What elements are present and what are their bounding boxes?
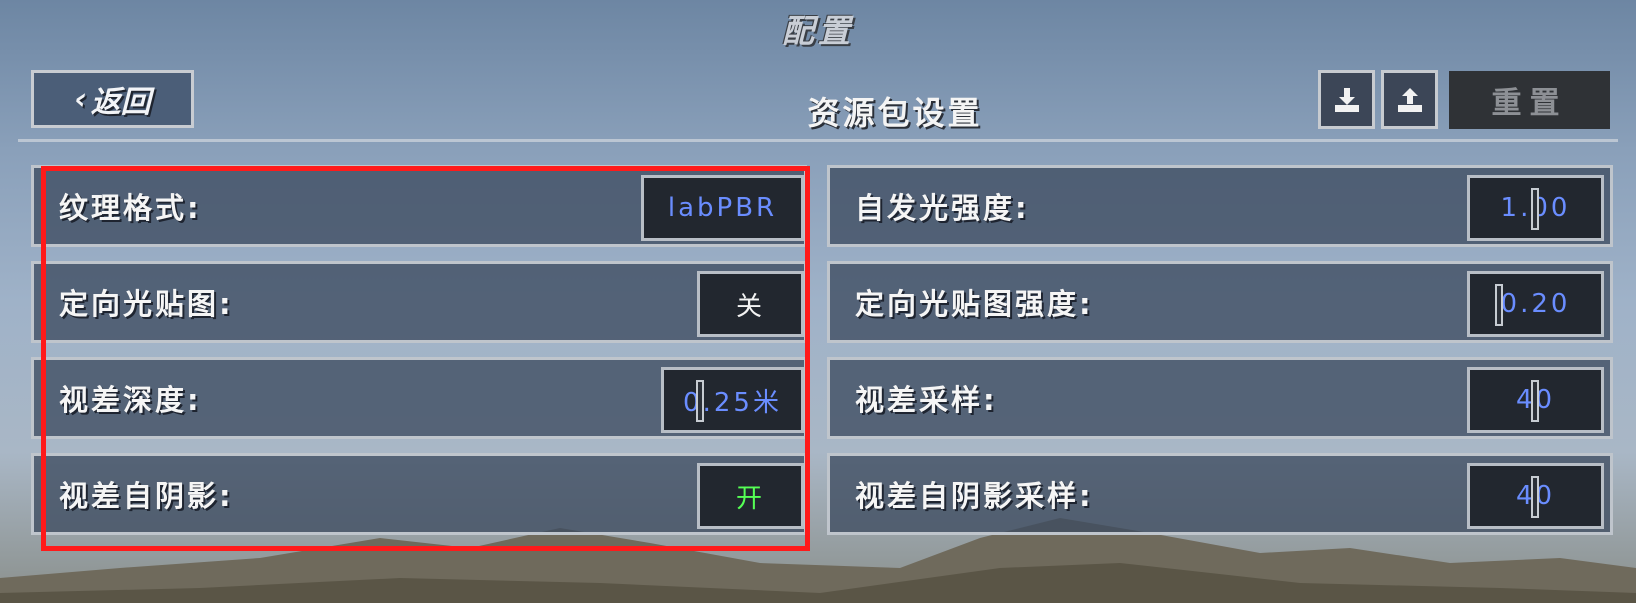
slider-handle[interactable] (1531, 188, 1539, 230)
download-icon (1334, 87, 1359, 112)
option-parallax-samples: 视差采样: 40 (827, 357, 1613, 439)
directional-lightmap-strength-slider[interactable]: 0.20 (1467, 271, 1604, 337)
option-label: 视差采样: (855, 383, 998, 417)
download-button[interactable] (1318, 70, 1375, 129)
option-emissive-strength: 自发光强度: 1.00 (827, 165, 1613, 247)
option-label: 自发光强度: (855, 191, 1030, 225)
slider-handle[interactable] (1531, 380, 1539, 422)
emissive-strength-slider[interactable]: 1.00 (1467, 175, 1604, 241)
upload-button[interactable] (1381, 70, 1438, 129)
highlight-box (41, 166, 810, 551)
page-title: 配置 (781, 12, 854, 50)
option-label: 视差自阴影采样: (855, 479, 1094, 513)
option-parallax-self-shadow-samples: 视差自阴影采样: 40 (827, 453, 1613, 535)
option-label: 定向光贴图强度: (855, 287, 1094, 321)
parallax-self-shadow-samples-slider[interactable]: 40 (1467, 463, 1604, 529)
slider-handle[interactable] (1531, 476, 1539, 518)
parallax-samples-slider[interactable]: 40 (1467, 367, 1604, 433)
slider-handle[interactable] (1495, 284, 1503, 326)
reset-button[interactable]: 重置 (1449, 71, 1610, 129)
upload-icon (1397, 87, 1422, 112)
slider-value: 0.20 (1500, 289, 1571, 319)
option-directional-lightmap-strength: 定向光贴图强度: 0.20 (827, 261, 1613, 343)
header-divider (18, 139, 1618, 142)
